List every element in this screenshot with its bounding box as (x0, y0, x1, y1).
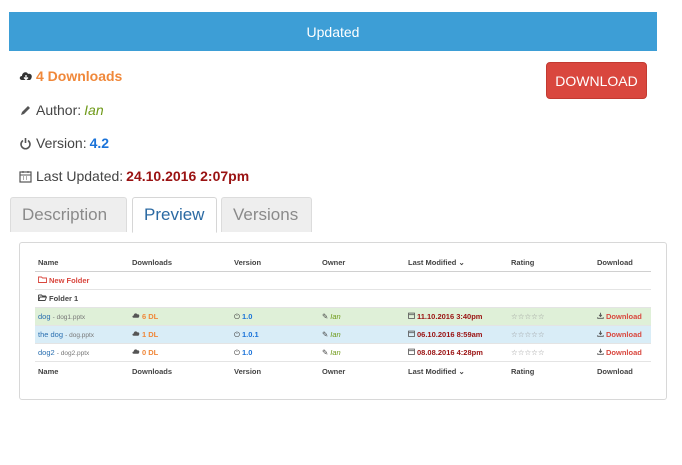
download-link[interactable]: Download (606, 312, 642, 321)
version-value: 4.2 (89, 135, 110, 151)
status-banner: Updated (9, 12, 657, 51)
calendar-icon (408, 348, 415, 357)
pencil-icon (18, 103, 33, 118)
col-footer-downloads[interactable]: Downloads (129, 361, 231, 380)
file-name-link[interactable]: the dog (38, 330, 63, 339)
file-name-ext: - dog.pptx (65, 332, 95, 339)
col-footer-name[interactable]: Name (35, 361, 129, 380)
download-button[interactable]: DOWNLOAD (546, 62, 647, 99)
download-icon (597, 330, 604, 339)
version-cell: 1.0.1 (241, 329, 259, 339)
pencil-icon: ✎ (322, 312, 329, 321)
cloud-download-icon (132, 312, 140, 321)
file-name-link[interactable]: dog2 (38, 348, 55, 357)
version-cell: 1.0 (241, 311, 253, 321)
col-footer-last-modified-text: Last Modified (408, 366, 457, 376)
col-header-version[interactable]: Version (231, 253, 319, 272)
rating-stars[interactable]: ☆☆☆☆☆ (511, 348, 545, 357)
calendar-icon (18, 169, 33, 184)
download-count: 6 DL (142, 312, 159, 321)
tab-versions[interactable]: Versions (221, 197, 312, 232)
version-cell: 1.0 (241, 347, 253, 357)
folder-open-icon (38, 294, 48, 303)
col-header-downloads[interactable]: Downloads (129, 253, 231, 272)
file-name-link[interactable]: dog (38, 312, 51, 321)
author-label: Author: (36, 102, 82, 118)
col-footer-last-modified[interactable]: Last Modified ⌄ (405, 361, 508, 380)
last-updated-line: Last Updated: 24.10.2016 2:07pm (18, 168, 249, 184)
col-footer-owner[interactable]: Owner (319, 361, 405, 380)
new-folder-label[interactable]: New Folder (49, 276, 89, 285)
col-header-last-modified-text: Last Modified (408, 257, 457, 267)
table-footer-row: Name Downloads Version Owner Last Modifi… (35, 361, 651, 380)
file-name-ext: - dog1.pptx (52, 314, 86, 321)
rating-stars[interactable]: ☆☆☆☆☆ (511, 312, 545, 321)
download-icon (597, 348, 604, 357)
chevron-down-icon: ⌄ (458, 257, 465, 267)
modified-cell: 06.10.2016 8:59am (417, 330, 483, 339)
tab-bar: Description Preview Versions (10, 197, 312, 233)
file-table: Name Downloads Version Owner Last Modifi… (35, 253, 651, 380)
table-row[interactable]: dog2 - dog2.pptx 0 DL ⏻ 1.0 ✎ Ian 08.08.20… (35, 343, 651, 362)
download-count: 1 DL (142, 330, 159, 339)
col-footer-version[interactable]: Version (231, 361, 319, 380)
download-icon (597, 312, 604, 321)
col-footer-download[interactable]: Download (594, 361, 651, 380)
modified-cell: 11.10.2016 3:40pm (417, 312, 483, 321)
file-name-ext: - dog2.pptx (56, 350, 90, 357)
version-label: Version: (36, 135, 87, 151)
col-header-name[interactable]: Name (35, 253, 129, 272)
col-header-download[interactable]: Download (594, 253, 651, 272)
author-line: Author: Ian (18, 102, 104, 118)
power-icon: ⏻ (234, 329, 240, 339)
cloud-download-icon (132, 330, 140, 339)
downloads-count-text: 4 Downloads (36, 68, 123, 84)
new-folder-row[interactable]: New Folder (35, 271, 651, 290)
tab-preview[interactable]: Preview (132, 197, 217, 233)
chevron-down-icon: ⌄ (458, 366, 465, 376)
calendar-icon (408, 312, 415, 321)
folder-label[interactable]: Folder 1 (49, 294, 78, 303)
tab-description[interactable]: Description (10, 197, 127, 232)
table-header-row: Name Downloads Version Owner Last Modifi… (35, 253, 651, 272)
owner-cell: Ian (330, 312, 341, 321)
preview-panel: Name Downloads Version Owner Last Modifi… (19, 242, 667, 400)
version-line: Version: 4.2 (18, 135, 109, 151)
power-icon (18, 136, 33, 151)
owner-cell: Ian (330, 348, 341, 357)
downloads-count: 4 Downloads (18, 68, 122, 84)
calendar-icon (408, 330, 415, 339)
col-footer-rating[interactable]: Rating (508, 361, 594, 380)
modified-cell: 08.08.2016 4:28pm (417, 348, 483, 357)
download-link[interactable]: Download (606, 348, 642, 357)
power-icon: ⏻ (234, 347, 240, 357)
col-header-last-modified[interactable]: Last Modified ⌄ (405, 253, 508, 272)
cloud-download-icon (18, 69, 33, 84)
cloud-download-icon (132, 348, 140, 357)
pencil-icon: ✎ (322, 330, 329, 339)
col-header-owner[interactable]: Owner (319, 253, 405, 272)
status-banner-text: Updated (306, 23, 360, 40)
last-updated-label: Last Updated: (36, 168, 124, 184)
power-icon: ⏻ (234, 311, 240, 321)
folder-row[interactable]: Folder 1 (35, 289, 651, 308)
table-row[interactable]: the dog - dog.pptx 1 DL ⏻ 1.0.1 ✎ Ian 06.1… (35, 325, 651, 344)
rating-stars[interactable]: ☆☆☆☆☆ (511, 330, 545, 339)
download-link[interactable]: Download (606, 330, 642, 339)
table-row[interactable]: dog - dog1.pptx 6 DL ⏻ 1.0 ✎ Ian 11.10.201… (35, 307, 651, 326)
download-count: 0 DL (142, 348, 159, 357)
last-updated-value: 24.10.2016 2:07pm (126, 168, 250, 184)
author-value: Ian (84, 102, 104, 118)
col-header-rating[interactable]: Rating (508, 253, 594, 272)
folder-icon (38, 276, 47, 285)
pencil-icon: ✎ (322, 348, 329, 357)
owner-cell: Ian (330, 330, 341, 339)
